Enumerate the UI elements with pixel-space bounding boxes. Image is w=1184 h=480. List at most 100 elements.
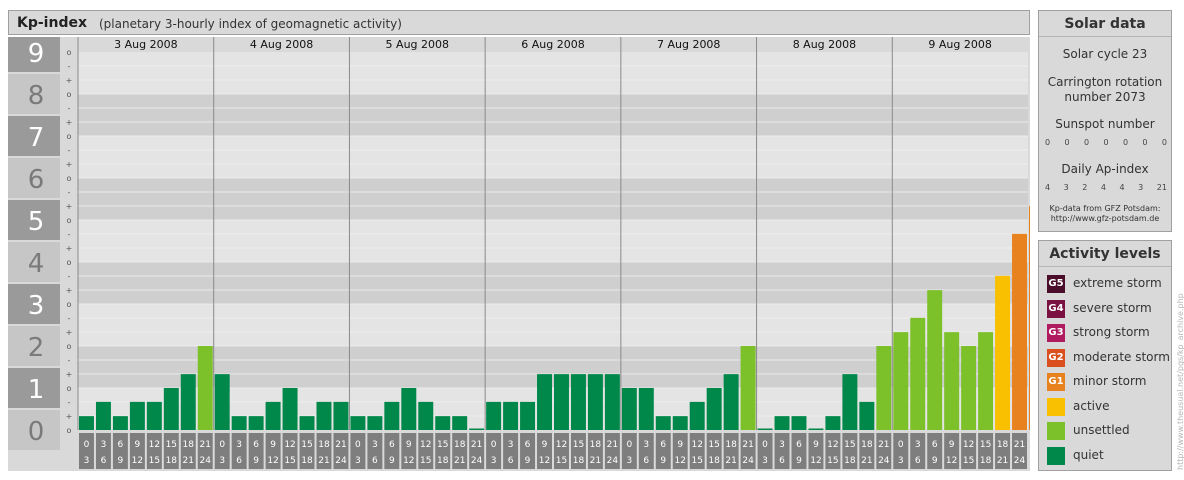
kp-bar: [248, 416, 264, 430]
ap-index-value: 4: [1119, 183, 1125, 192]
watermark-url: http://www.theusual.net/pgs/kp_archive.p…: [1176, 293, 1184, 470]
kp-bar: [689, 401, 705, 430]
x-tick-end-hour: 6: [372, 456, 378, 466]
x-tick-end-hour: 3: [626, 456, 632, 466]
sunspot-value: 0: [1103, 138, 1109, 147]
x-tick-start-hour: 21: [1014, 440, 1025, 450]
x-tick-end-hour: 24: [607, 456, 619, 466]
x-tick-start-hour: 18: [590, 440, 602, 450]
kp-bar: [825, 416, 841, 430]
x-tick-start-hour: 12: [284, 440, 295, 450]
legend-label: active: [1073, 399, 1110, 413]
x-tick-start-hour: 6: [525, 440, 531, 450]
day-label: 6 Aug 2008: [521, 38, 584, 51]
y-axis-minor-tick: -: [68, 188, 71, 197]
kp-bar: [537, 374, 552, 430]
sunspot-value: 0: [1083, 138, 1090, 147]
y-axis-minor-tick: -: [68, 356, 71, 365]
kp-bar: [944, 332, 960, 430]
carrington-rotation-line1: Carrington rotation: [1047, 75, 1163, 89]
x-tick-end-hour: 3: [355, 456, 361, 466]
kp-bar: [384, 401, 400, 430]
y-axis-minor-tick: +: [66, 370, 73, 379]
kp-bar: [740, 346, 756, 430]
legend-label: severe storm: [1073, 301, 1152, 315]
kp-bar: [231, 416, 247, 430]
y-axis-minor-tick: o: [67, 132, 72, 141]
x-tick-end-hour: 15: [827, 456, 838, 466]
x-tick-start-hour: 6: [118, 440, 124, 450]
legend-swatch: G3: [1047, 324, 1065, 342]
legend-swatch: G5: [1047, 275, 1065, 293]
x-tick-end-hour: 6: [643, 456, 649, 466]
kp-level-band: [78, 304, 1028, 346]
carrington-rotation-line2: number 2073: [1064, 90, 1146, 104]
y-axis-tick-label: 4: [28, 249, 45, 279]
x-tick-start-hour: 3: [236, 440, 242, 450]
x-tick-start-hour: 3: [915, 440, 921, 450]
data-source-link[interactable]: http://www.gfz-potsdam.de: [1039, 214, 1171, 223]
x-tick-start-hour: 3: [643, 440, 649, 450]
x-tick-end-hour: 18: [437, 456, 449, 466]
solar-cycle: Solar cycle 23: [1062, 47, 1148, 61]
x-tick-start-hour: 15: [301, 440, 312, 450]
x-tick-end-hour: 21: [454, 456, 465, 466]
y-axis-minor-tick: o: [67, 90, 72, 99]
kp-bar: [587, 374, 603, 430]
sunspot-values: 0 0 0 0 0 0 0: [1045, 138, 1167, 147]
kp-bar: [112, 416, 128, 430]
x-tick-end-hour: 18: [301, 456, 313, 466]
y-axis-minor-tick: -: [68, 104, 71, 113]
kp-bar: [316, 401, 332, 430]
x-tick-start-hour: 6: [253, 440, 259, 450]
x-tick-end-hour: 21: [725, 456, 736, 466]
legend-label: strong storm: [1073, 325, 1150, 339]
sunspot-value: 0: [1122, 138, 1129, 147]
x-tick-start-hour: 18: [183, 440, 195, 450]
x-tick-start-hour: 21: [878, 440, 889, 450]
kp-bar: [79, 416, 94, 430]
kp-bar: [706, 388, 722, 430]
x-tick-start-hour: 0: [491, 440, 497, 450]
x-tick-end-hour: 3: [898, 456, 904, 466]
y-axis-tick-label: 8: [28, 81, 45, 111]
x-tick-end-hour: 21: [318, 456, 329, 466]
y-axis-tick-label: 7: [28, 123, 45, 153]
ap-index-value: 21: [1156, 183, 1167, 192]
x-tick-start-hour: 3: [508, 440, 514, 450]
ap-index-value: 4: [1100, 183, 1106, 192]
legend-swatch: [1047, 398, 1065, 416]
y-axis-minor-tick: o: [67, 48, 72, 57]
kp-bar: [214, 374, 230, 430]
y-axis-minor-tick: o: [67, 216, 72, 225]
x-tick-start-hour: 9: [135, 440, 141, 450]
x-tick-start-hour: 9: [813, 440, 819, 450]
x-tick-end-hour: 24: [878, 456, 890, 466]
x-tick-start-hour: 9: [949, 440, 955, 450]
y-axis-minor-tick: -: [68, 230, 71, 239]
y-axis-minor-tick: o: [67, 300, 72, 309]
x-tick-end-hour: 24: [1014, 456, 1026, 466]
x-tick-start-hour: 0: [355, 440, 361, 450]
x-tick-end-hour: 24: [335, 456, 347, 466]
kp-bar: [995, 275, 1011, 430]
x-tick-start-hour: 6: [660, 440, 666, 450]
kp-bar: [452, 416, 468, 430]
y-axis-tick-label: 9: [28, 39, 45, 69]
kp-bar: [723, 374, 739, 430]
x-tick-start-hour: 12: [963, 440, 974, 450]
kp-bar: [842, 374, 858, 430]
kp-bar: [554, 374, 569, 430]
kp-bar: [265, 401, 281, 430]
solar-data-panel: Solar data Solar cycle 23 Carrington rot…: [1038, 10, 1172, 232]
kp-bar: [655, 416, 671, 430]
y-axis-minor-tick: -: [68, 272, 71, 281]
ap-index-value: 4: [1045, 183, 1051, 192]
x-tick-end-hour: 12: [403, 456, 414, 466]
kp-level-band: [78, 220, 1028, 262]
x-tick-start-hour: 15: [708, 440, 719, 450]
x-tick-end-hour: 9: [118, 456, 124, 466]
x-tick-start-hour: 3: [101, 440, 107, 450]
x-tick-end-hour: 15: [420, 456, 431, 466]
x-tick-end-hour: 15: [556, 456, 567, 466]
